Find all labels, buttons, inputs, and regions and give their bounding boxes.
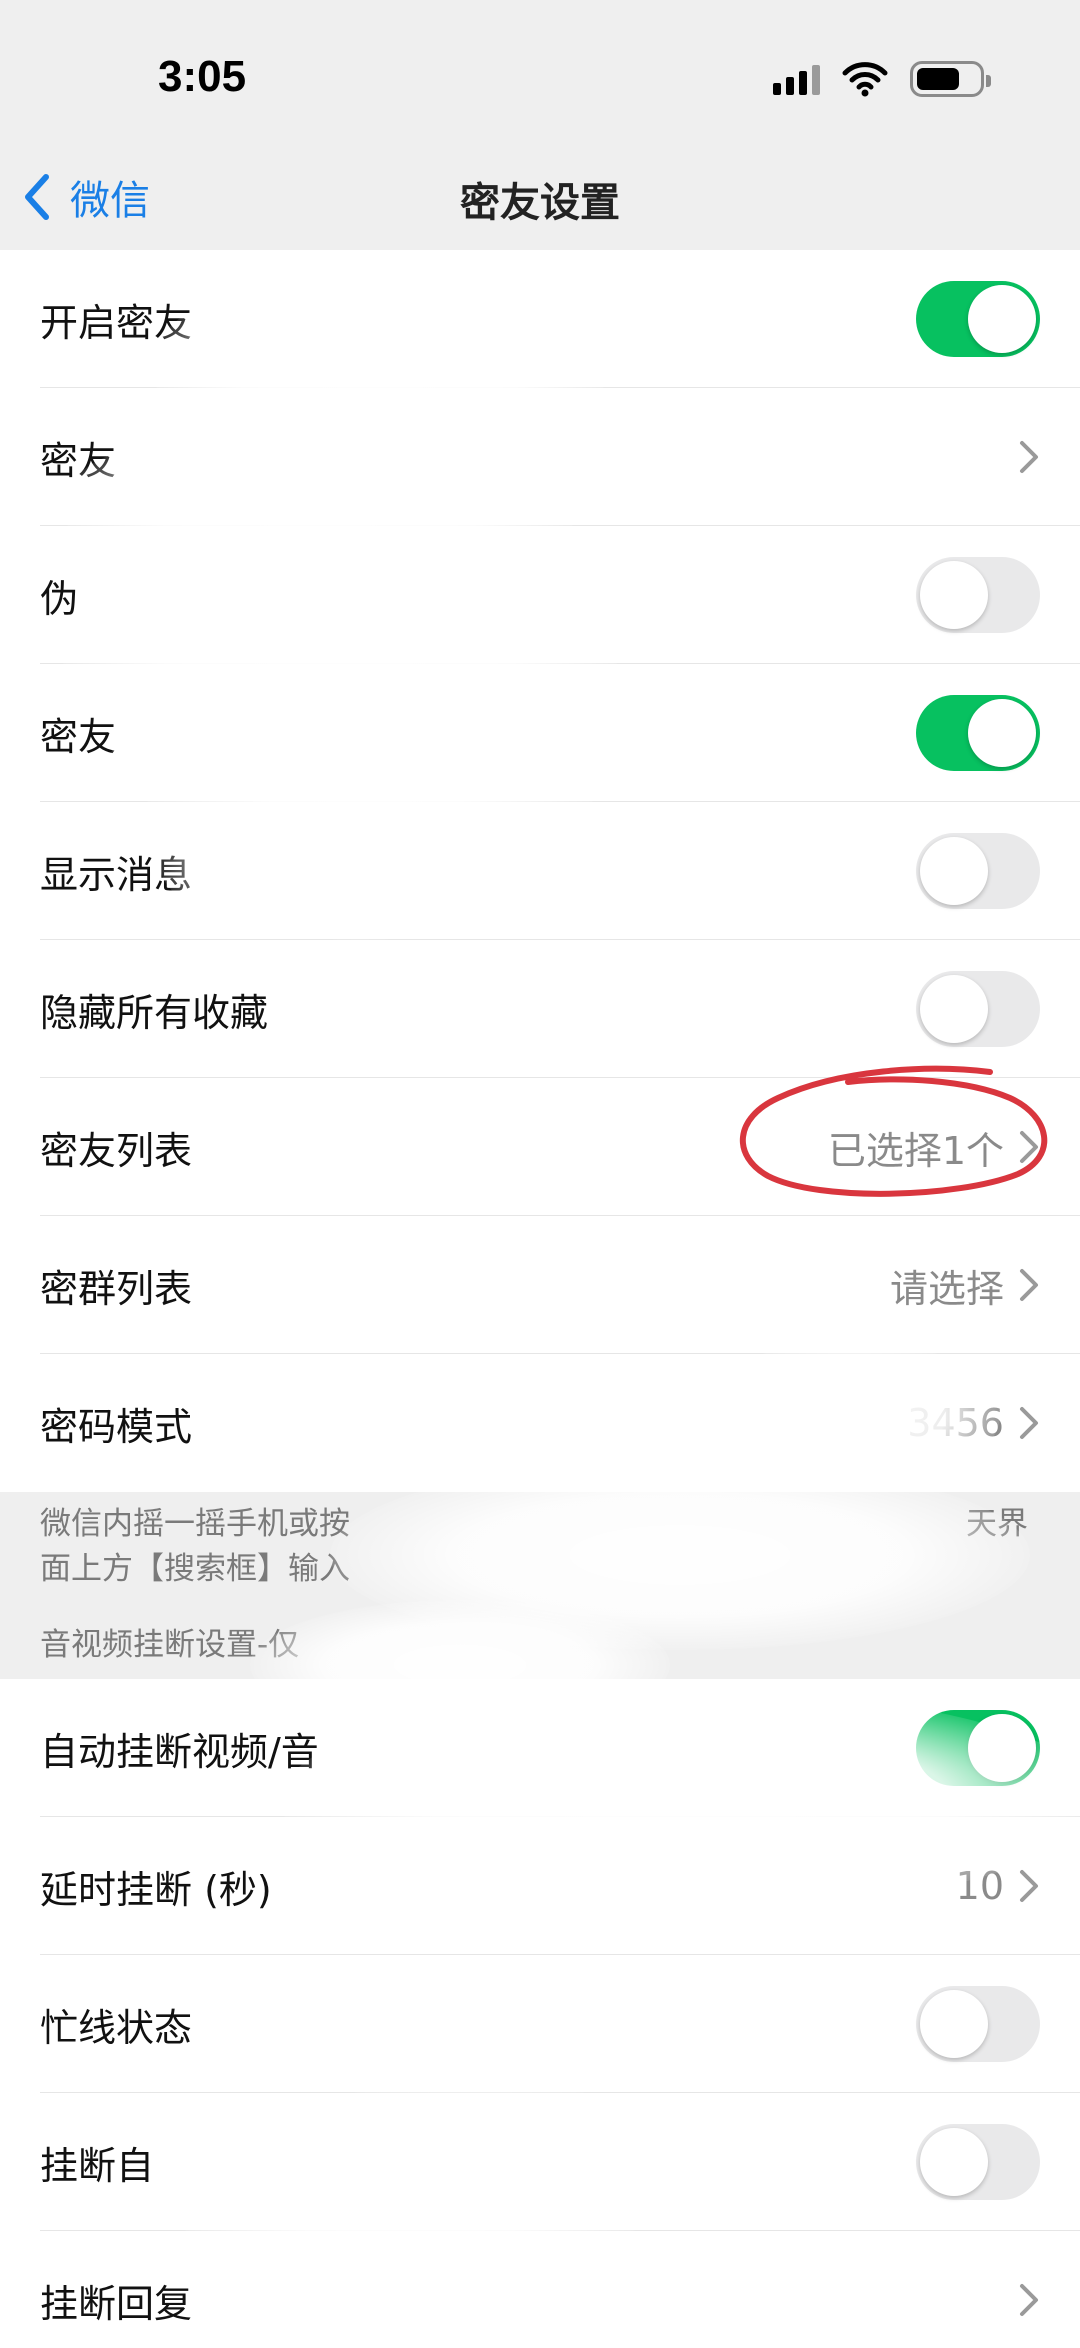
toggle-knob [920,1990,988,2058]
note-line-2: 面上方【搜索框】输入 [40,1551,350,1587]
section-note: 微信内摇一摇手机或按 天界 面上方【搜索框】输入 [0,1492,1080,1603]
chevron-right-icon [1020,1131,1038,1163]
settings-row-label: 挂断回复 [40,2281,193,2326]
settings-row[interactable]: 挂断回复 [0,2231,1080,2348]
settings-row[interactable]: 延时挂断 (秒) 10 [0,1817,1080,1955]
settings-row[interactable]: 隐藏所有收藏 [0,940,1080,1078]
settings-row-label: 密友 [40,714,117,759]
chevron-right-icon [1020,1407,1038,1439]
settings-row-label: 挂断自 [40,2143,155,2188]
chevron-right-icon [1020,441,1038,473]
toggle-switch[interactable] [916,695,1040,771]
settings-row[interactable]: 显示消息 [0,802,1080,940]
section-header-label: 音视频挂断设置-仅 [40,1626,300,1663]
toggle-knob [920,837,988,905]
settings-row-value: 3456 [907,1401,1004,1445]
chevron-right-icon [1020,1870,1038,1902]
toggle-knob [920,561,988,629]
settings-row[interactable]: 挂断自 [0,2093,1080,2231]
settings-row[interactable]: 密友 [0,664,1080,802]
settings-row[interactable]: 密群列表 请选择 [0,1216,1080,1354]
toggle-switch[interactable] [916,1710,1040,1786]
toggle-switch[interactable] [916,281,1040,357]
settings-row-label: 隐藏所有收藏 [40,990,269,1035]
settings-row-label: 延时挂断 (秒) [40,1867,272,1912]
wifi-icon [842,61,888,97]
settings-row-label: 密码模式 [40,1404,193,1449]
page-title: 密友设置 [460,180,620,226]
cellular-signal-icon [773,63,820,95]
note-line-1-tail: 天界 [966,1506,1028,1542]
settings-row-label: 密友 [40,438,117,483]
toggle-knob [968,1714,1036,1782]
screen: 3:05 微信 密友设置 开启密友 密友 伪 密友 显示消息 隐藏所有收藏 密友… [0,0,1080,2348]
settings-row-value: 10 [955,1864,1004,1908]
toggle-knob [968,699,1036,767]
battery-icon [910,61,991,97]
settings-row-label: 自动挂断视频/音 [40,1729,319,1774]
settings-row-label: 显示消息 [40,852,193,897]
status-time: 3:05 [158,52,247,101]
settings-row[interactable]: 开启密友 [0,250,1080,388]
settings-row-label: 密群列表 [40,1266,193,1311]
note-line-1: 微信内摇一摇手机或按 [40,1506,350,1542]
toggle-switch[interactable] [916,971,1040,1047]
toggle-switch[interactable] [916,1986,1040,2062]
chevron-right-icon [1020,1269,1038,1301]
settings-row[interactable]: 密友 [0,388,1080,526]
settings-row-label: 开启密友 [40,300,193,345]
settings-list: 开启密友 密友伪密友 显示消息 隐藏所有收藏 密友列表 已选择1个 密群列表 请选择 密码模式 3… [0,250,1080,2348]
settings-row[interactable]: 密码模式 3456 [0,1354,1080,1492]
section-header-call-hangup: 音视频挂断设置-仅 [0,1603,1080,1679]
settings-row-label: 忙线状态 [40,2005,193,2050]
status-icons [773,58,991,100]
toggle-switch[interactable] [916,833,1040,909]
settings-row[interactable]: 伪 [0,526,1080,664]
toggle-switch[interactable] [916,557,1040,633]
settings-row-label: 密友列表 [40,1128,193,1173]
settings-group-main: 开启密友 密友伪密友 显示消息 隐藏所有收藏 密友列表 已选择1个 密群列表 请选择 密码模式 3… [0,250,1080,1492]
settings-group-call: 自动挂断视频/音 延时挂断 (秒) 10 忙线状态挂断自挂断回复 [0,1679,1080,2348]
toggle-switch[interactable] [916,2124,1040,2200]
settings-row-label: 伪 [40,576,79,621]
toggle-knob [920,2128,988,2196]
chevron-right-icon [1020,2284,1038,2316]
settings-row[interactable]: 忙线状态 [0,1955,1080,2093]
toggle-knob [920,975,988,1043]
status-bar: 3:05 [0,0,1080,150]
settings-row-value: 已选择1个 [827,1128,1004,1173]
settings-row-value: 请选择 [889,1266,1004,1311]
settings-row[interactable]: 自动挂断视频/音 [0,1679,1080,1817]
settings-row[interactable]: 密友列表 已选择1个 [0,1078,1080,1216]
navigation-bar: 微信 密友设置 [0,150,1080,250]
toggle-knob [968,285,1036,353]
